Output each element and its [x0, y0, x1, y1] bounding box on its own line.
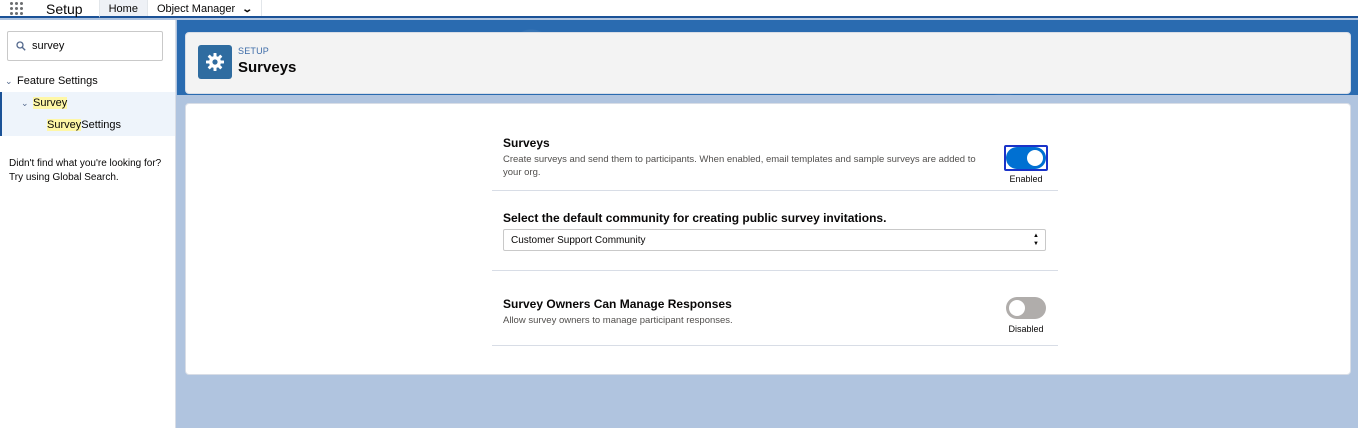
- community-select[interactable]: Customer Support Community ▲ ▼: [503, 229, 1046, 251]
- toggle-state-label: Disabled: [1008, 324, 1044, 334]
- setting-surveys: Surveys Create surveys and send them to …: [492, 116, 1058, 191]
- tree-item-survey[interactable]: ⌄ Survey: [0, 92, 175, 114]
- app-launcher-button[interactable]: [0, 0, 32, 16]
- search-icon: [16, 41, 26, 51]
- surveys-toggle[interactable]: [1006, 147, 1046, 169]
- setting-owners-manage-responses: Survey Owners Can Manage Responses Allow…: [492, 273, 1058, 346]
- toggle-knob: [1027, 150, 1043, 166]
- setting-title: Select the default community for creatin…: [503, 211, 887, 225]
- tree-item-survey-settings[interactable]: Survey Settings: [0, 114, 175, 136]
- tree-item-label: Survey: [33, 97, 68, 109]
- breadcrumb: SETUP: [238, 46, 270, 56]
- gear-icon: [198, 45, 232, 79]
- tree-item-label: Feature Settings: [17, 75, 98, 87]
- chevron-down-icon[interactable]: ⌄: [5, 76, 17, 87]
- setting-description: Allow survey owners to manage participan…: [503, 315, 733, 326]
- setup-sidebar: ⌄ Feature Settings ⌄ Survey Survey Setti…: [0, 20, 176, 428]
- owners-manage-responses-toggle[interactable]: [1006, 297, 1046, 319]
- page-title: Surveys: [238, 59, 297, 76]
- quick-find-input[interactable]: [32, 40, 152, 52]
- tab-object-manager-label: Object Manager: [156, 3, 236, 15]
- quick-find-box[interactable]: [7, 31, 163, 61]
- tree-item-label: Settings: [81, 119, 121, 131]
- tree-item-feature-settings[interactable]: ⌄ Feature Settings: [0, 70, 175, 92]
- toggle-knob: [1009, 300, 1025, 316]
- tab-object-manager[interactable]: Object Manager ⌄: [146, 0, 262, 19]
- chevron-down-icon[interactable]: ⌄: [21, 98, 33, 109]
- setting-title: Surveys: [503, 136, 550, 150]
- page-header: SETUP Surveys: [185, 32, 1351, 94]
- app-name: Setup: [46, 1, 83, 17]
- app-launcher-icon: [9, 1, 23, 15]
- setting-default-community: Select the default community for creatin…: [492, 193, 1058, 271]
- setting-description: Create surveys and send them to particip…: [503, 154, 976, 178]
- settings-card: Surveys Create surveys and send them to …: [185, 103, 1351, 375]
- select-arrows-icon: ▲ ▼: [1033, 233, 1039, 247]
- global-header: Setup Home Object Manager ⌄: [0, 0, 1358, 18]
- setup-tree: ⌄ Feature Settings ⌄ Survey Survey Setti…: [0, 70, 175, 136]
- search-match-highlight: Survey: [47, 119, 82, 131]
- toggle-state-label: Enabled: [1009, 174, 1043, 184]
- setting-title: Survey Owners Can Manage Responses: [503, 297, 732, 311]
- main-content: SETUP Surveys Surveys Create surveys and…: [177, 20, 1358, 428]
- chevron-down-icon[interactable]: ⌄: [242, 1, 254, 19]
- select-value: Customer Support Community: [511, 235, 646, 246]
- tab-home[interactable]: Home: [98, 0, 147, 18]
- hint-line-2: Try using Global Search.: [9, 172, 119, 183]
- global-search-hint: Didn't find what you're looking for? Try…: [9, 157, 169, 185]
- hint-line-1: Didn't find what you're looking for?: [9, 158, 162, 169]
